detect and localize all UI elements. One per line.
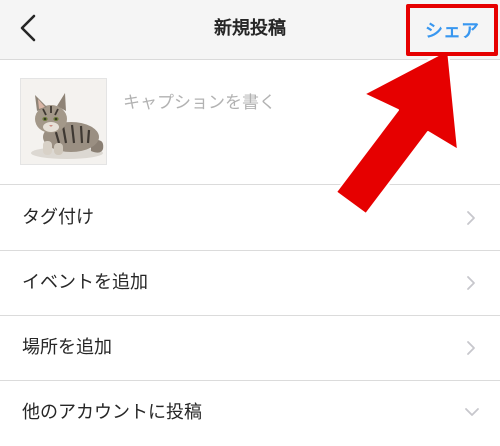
caption-input[interactable] <box>123 89 363 117</box>
chevron-right-icon <box>466 210 476 226</box>
menu-item-label: イベントを追加 <box>22 272 148 293</box>
chevron-down-icon <box>464 407 480 417</box>
chevron-right-icon <box>466 340 476 356</box>
menu-item-add-event[interactable]: イベントを追加 <box>0 251 500 316</box>
new-post-screen: 新規投稿 シェア キャプションを書く タグ付け イベントを追加 場所を追加 他の… <box>0 0 500 446</box>
menu-item-label: 場所を追加 <box>22 337 112 358</box>
chevron-right-icon <box>466 275 476 291</box>
chevron-left-icon <box>20 14 36 42</box>
page-title: 新規投稿 <box>214 18 286 39</box>
kitten-photo <box>21 79 106 164</box>
back-button[interactable] <box>10 10 46 46</box>
menu-item-post-to-other-accounts[interactable]: 他のアカウントに投稿 <box>0 381 500 446</box>
post-options-list: タグ付け イベントを追加 場所を追加 他のアカウントに投稿 <box>0 186 500 446</box>
menu-item-label: タグ付け <box>22 207 94 228</box>
post-thumbnail[interactable] <box>20 78 107 165</box>
share-button[interactable]: シェア <box>406 4 498 56</box>
menu-item-add-location[interactable]: 場所を追加 <box>0 316 500 381</box>
menu-item-tag-people[interactable]: タグ付け <box>0 186 500 251</box>
caption-area <box>0 61 500 185</box>
header-bar: 新規投稿 シェア <box>0 0 500 60</box>
menu-item-label: 他のアカウントに投稿 <box>22 402 202 423</box>
